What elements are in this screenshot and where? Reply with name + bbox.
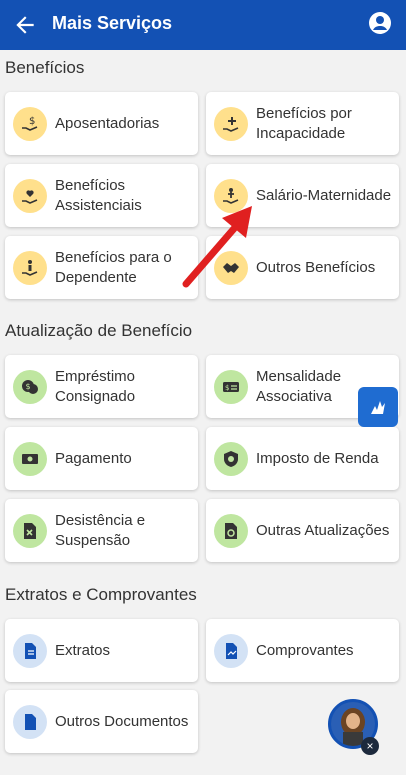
card-outros-documentos[interactable]: Outros Documentos: [5, 690, 198, 753]
section-title-extratos: Extratos e Comprovantes: [5, 585, 197, 604]
hand-coin-icon: $: [13, 106, 47, 141]
sign-language-hands-icon: [371, 401, 385, 414]
shield-tax-icon: [214, 441, 248, 476]
card-label: Desistência e Suspensão: [55, 511, 146, 549]
card-emprestimo[interactable]: $ Empréstimo Consignado: [5, 355, 198, 418]
card-comprovantes[interactable]: Comprovantes: [206, 619, 399, 682]
svg-text:$: $: [29, 116, 35, 127]
card-label: Pagamento: [55, 449, 132, 467]
card-label: Aposentadorias: [55, 114, 160, 132]
page-title: Mais Serviços: [52, 13, 173, 33]
card-label: Extratos: [55, 641, 111, 659]
svg-text:$: $: [26, 382, 31, 391]
hand-plus-icon: [214, 106, 248, 141]
section-title-beneficios: Benefícios: [5, 58, 85, 77]
card-label: Benefícios Assistenciais: [55, 176, 142, 214]
handshake-icon: [214, 250, 248, 285]
money-card-icon: $: [214, 369, 248, 404]
card-label: Empréstimo Consignado: [55, 367, 136, 405]
card-pagamento[interactable]: Pagamento: [5, 427, 198, 490]
libras-accessibility-button[interactable]: [358, 387, 398, 427]
back-arrow-icon[interactable]: [12, 12, 38, 38]
card-extratos[interactable]: Extratos: [5, 619, 198, 682]
file-x-icon: [13, 513, 47, 548]
chat-money-icon: $: [13, 369, 47, 404]
card-imposto[interactable]: Imposto de Renda: [206, 427, 399, 490]
hand-person-icon: [13, 250, 47, 285]
app-header: Mais Serviços: [0, 0, 406, 50]
cash-icon: [13, 441, 47, 476]
section-title-atualizacao: Atualização de Benefício: [5, 321, 193, 340]
document-icon: [13, 633, 47, 668]
account-icon[interactable]: [368, 11, 392, 35]
card-label: Outros Benefícios: [256, 258, 376, 276]
file-refresh-icon: [214, 513, 248, 548]
card-label: Outras Atualizações: [256, 521, 390, 539]
card-outros-beneficios[interactable]: Outros Benefícios: [206, 236, 399, 299]
card-beneficios-incapacidade[interactable]: Benefícios por Incapacidade: [206, 92, 399, 155]
card-aposentadorias[interactable]: $ Aposentadorias: [5, 92, 198, 155]
close-assistant-button[interactable]: ×: [361, 737, 379, 755]
card-beneficios-assistenciais[interactable]: Benefícios Assistenciais: [5, 164, 198, 227]
svg-text:$: $: [225, 384, 229, 392]
card-label: Comprovantes: [256, 641, 354, 659]
document-chart-icon: [214, 633, 248, 668]
card-label: Benefícios por Incapacidade: [256, 104, 352, 142]
card-outras-atualizacoes[interactable]: Outras Atualizações: [206, 499, 399, 562]
file-icon: [13, 704, 47, 739]
card-salario-maternidade[interactable]: Salário-Maternidade: [206, 164, 399, 227]
card-label: Salário-Maternidade: [256, 186, 392, 204]
card-label: Imposto de Renda: [256, 449, 379, 467]
hand-baby-icon: [214, 178, 248, 213]
card-desistencia[interactable]: Desistência e Suspensão: [5, 499, 198, 562]
card-label: Outros Documentos: [55, 712, 189, 730]
hand-heart-icon: [13, 178, 47, 213]
card-label: Benefícios para o Dependente: [55, 248, 172, 286]
card-beneficios-dependente[interactable]: Benefícios para o Dependente: [5, 236, 198, 299]
